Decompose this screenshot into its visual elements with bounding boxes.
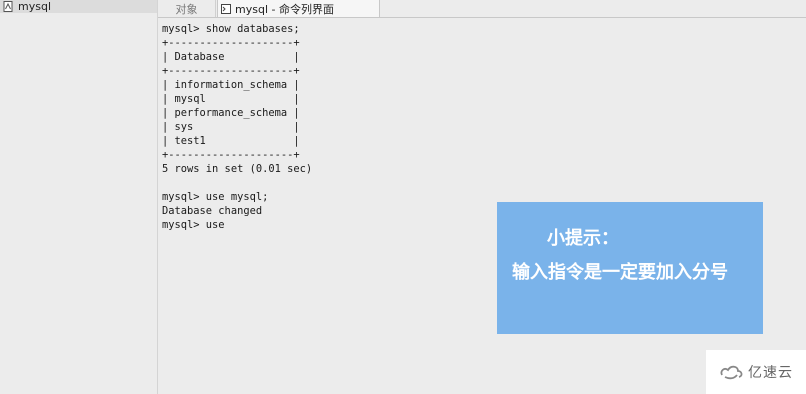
tip-overlay: 小提示： 输入指令是一定要加入分号: [497, 202, 763, 334]
watermark-text: 亿速云: [748, 365, 793, 381]
console-line: | test1 |: [162, 135, 300, 147]
sidebar-item-label: mysql: [18, 0, 51, 13]
tab-objects[interactable]: 对象: [158, 0, 216, 17]
console-line: | information_schema |: [162, 79, 300, 91]
console-icon: [221, 3, 231, 14]
console-line: mysql> show databases;: [162, 23, 300, 35]
console-line: mysql> use mysql;: [162, 191, 269, 203]
console-line: 5 rows in set (0.01 sec): [162, 163, 313, 175]
tab-mysql-console[interactable]: mysql - 命令列界面: [217, 0, 380, 17]
watermark: 亿速云: [706, 350, 806, 394]
tip-text: 输入指令是一定要加入分号: [512, 262, 728, 283]
console-line: +--------------------+: [162, 37, 300, 49]
console-line: Database changed: [162, 205, 263, 217]
console-line: mysql> use: [162, 219, 225, 231]
tab-label: 对象: [175, 2, 198, 16]
yisu-cloud-logo-icon: [719, 363, 745, 381]
console-output: mysql> show databases; +-----------------…: [162, 22, 312, 232]
console-line: +--------------------+: [162, 149, 300, 161]
tab-label: mysql - 命令列界面: [235, 2, 334, 16]
tab-bar: 对象 mysql - 命令列界面: [158, 0, 806, 18]
console-line: | performance_schema |: [162, 107, 300, 119]
database-icon: [3, 1, 13, 12]
console-line: | Database |: [162, 51, 300, 63]
console-line: | mysql |: [162, 93, 300, 105]
console-line: | sys |: [162, 121, 300, 133]
sidebar: mysql: [0, 0, 158, 394]
sidebar-item-mysql[interactable]: mysql: [0, 0, 157, 13]
tip-title: 小提示：: [547, 228, 619, 249]
console-line: +--------------------+: [162, 65, 300, 77]
app-window: mysql 对象 mysql - 命令列界面 mysql> show datab…: [0, 0, 806, 394]
